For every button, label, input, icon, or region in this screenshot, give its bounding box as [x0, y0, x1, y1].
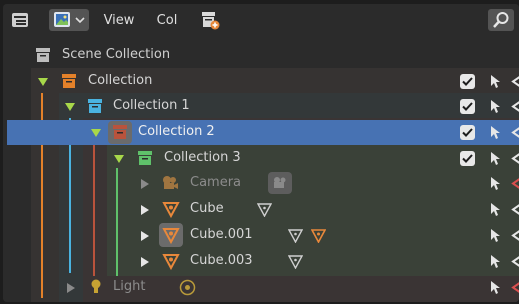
mesh-object-icon [162, 202, 180, 218]
light-data-icon[interactable] [179, 279, 196, 296]
expand-arrow-icon[interactable] [139, 230, 151, 242]
checkbox-icon [462, 128, 473, 137]
mesh-object-icon [162, 228, 180, 244]
collection-icon [62, 74, 76, 88]
expand-arrow-icon[interactable] [65, 282, 77, 294]
select-arrow-icon[interactable] [489, 202, 501, 217]
collection-2-label: Collection 2 [138, 124, 215, 139]
new-collection-button[interactable] [198, 9, 222, 31]
mesh-data-icon[interactable] [288, 228, 303, 243]
collection-icon [88, 99, 102, 113]
checkbox-icon [462, 77, 473, 86]
camera-label: Camera [190, 175, 242, 190]
display-mode-icon [54, 12, 70, 27]
select-arrow-icon[interactable] [489, 280, 501, 295]
collection-row[interactable]: Collection [3, 69, 519, 94]
visibility-icon[interactable] [509, 126, 519, 139]
cube-001-row[interactable]: Cube.001 [3, 223, 519, 248]
visibility-icon[interactable] [509, 152, 519, 165]
collection-1-label: Collection 1 [113, 98, 190, 113]
cube-001-label: Cube.001 [190, 227, 253, 242]
camera-row[interactable]: Camera [3, 171, 519, 196]
select-arrow-icon[interactable] [489, 99, 501, 114]
editor-type-icon [12, 13, 28, 27]
visibility-icon[interactable] [509, 203, 519, 216]
visibility-icon[interactable] [509, 255, 519, 268]
light-label: Light [113, 279, 146, 294]
select-arrow-icon[interactable] [489, 254, 501, 269]
mesh-data-icon[interactable] [257, 202, 272, 217]
mesh-data-icon[interactable] [288, 254, 303, 269]
exclude-checkbox[interactable] [460, 74, 475, 89]
new-collection-icon [202, 12, 220, 30]
select-arrow-icon[interactable] [489, 125, 501, 140]
editor-type-button[interactable] [8, 9, 32, 31]
search-icon [493, 12, 509, 28]
select-arrow-icon[interactable] [489, 228, 501, 243]
menu-col[interactable]: Col [149, 9, 185, 31]
visibility-icon[interactable] [509, 100, 519, 113]
scene-collection-label: Scene Collection [62, 47, 171, 62]
checkbox-icon [462, 102, 473, 111]
expand-arrow-icon[interactable] [90, 127, 102, 139]
camera-icon [163, 176, 178, 189]
collection-3-label: Collection 3 [164, 150, 241, 165]
select-arrow-icon[interactable] [489, 74, 501, 89]
collection-icon [113, 125, 127, 139]
modifier-mesh-icon[interactable] [311, 228, 326, 243]
expand-arrow-icon[interactable] [139, 204, 151, 216]
collection-2-row[interactable]: Collection 2 [7, 120, 519, 145]
cube-label: Cube [190, 201, 224, 216]
expand-arrow-icon[interactable] [139, 178, 151, 190]
collection-3-row[interactable]: Collection 3 [3, 146, 519, 171]
mesh-object-icon [162, 254, 180, 270]
camera-data-icon[interactable] [268, 172, 292, 194]
collection-1-row[interactable]: Collection 1 [3, 94, 519, 119]
select-arrow-icon[interactable] [489, 176, 501, 191]
visibility-icon[interactable] [509, 229, 519, 242]
cube-003-label: Cube.003 [190, 253, 253, 268]
exclude-checkbox[interactable] [460, 99, 475, 114]
visibility-hidden-icon[interactable] [509, 281, 519, 294]
outliner-tree: Scene Collection Collection Collection 1… [3, 36, 519, 302]
visibility-icon[interactable] [509, 75, 519, 88]
exclude-checkbox[interactable] [460, 151, 475, 166]
outliner-header: View Col [3, 4, 519, 36]
expand-arrow-icon[interactable] [37, 76, 49, 88]
search-button[interactable] [488, 9, 514, 31]
light-icon [91, 279, 101, 293]
collection-label: Collection [88, 73, 153, 88]
expand-arrow-icon[interactable] [139, 256, 151, 268]
expand-arrow-icon[interactable] [113, 153, 125, 165]
select-arrow-icon[interactable] [489, 151, 501, 166]
exclude-checkbox[interactable] [460, 125, 475, 140]
expand-arrow-icon[interactable] [64, 101, 76, 113]
chevron-down-icon [75, 17, 85, 24]
light-row[interactable]: Light [3, 275, 519, 300]
menu-view[interactable]: View [99, 9, 139, 31]
display-mode-dropdown[interactable] [49, 9, 89, 31]
scene-collection-icon [36, 48, 50, 62]
collection-icon [138, 151, 152, 165]
scene-collection-row[interactable]: Scene Collection [3, 43, 519, 68]
cube-row[interactable]: Cube [3, 197, 519, 222]
cube-003-row[interactable]: Cube.003 [3, 249, 519, 274]
checkbox-icon [462, 154, 473, 163]
visibility-hidden-icon[interactable] [509, 177, 519, 190]
outliner-editor: View Col Scene Collection Collection Col… [3, 4, 519, 302]
